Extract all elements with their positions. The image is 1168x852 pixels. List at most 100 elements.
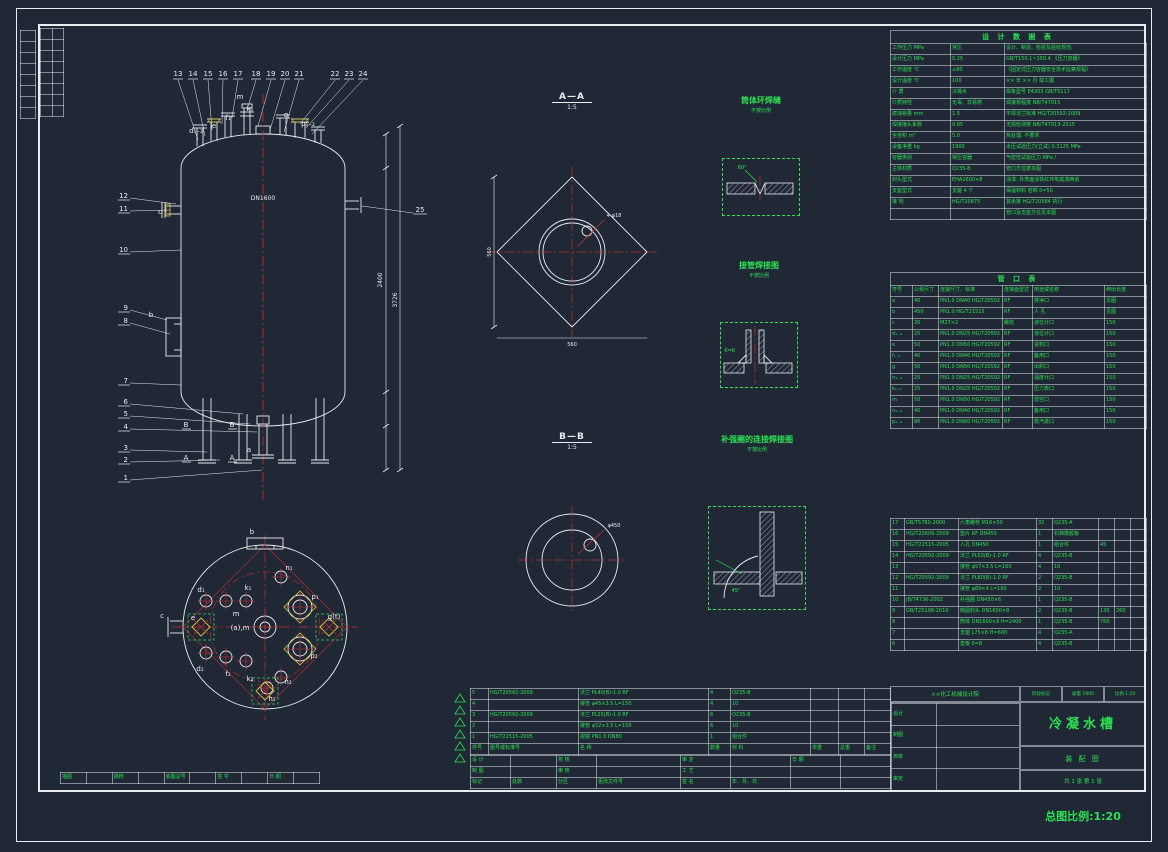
svg-text:b: b	[250, 528, 255, 536]
table-cell: 更改文件号	[597, 778, 681, 789]
table-cell	[839, 722, 865, 733]
table-cell: RF	[1003, 407, 1033, 418]
table-cell: 见图	[1105, 297, 1147, 308]
table-cell: 见图	[1105, 308, 1147, 319]
table-cell: 150	[1105, 407, 1147, 418]
svg-text:16: 16	[219, 70, 228, 78]
table-cell: 1	[1037, 541, 1053, 552]
table-cell: 焊条型号 E4303 GB/T5117	[1005, 88, 1147, 99]
table-cell: 六角螺栓 M16×50	[959, 519, 1037, 530]
table-cell	[811, 700, 839, 711]
svg-text:19: 19	[267, 70, 276, 78]
svg-text:21: 21	[295, 70, 304, 78]
svg-text:k₂: k₂	[247, 675, 254, 683]
table-cell: M27×2	[939, 319, 1003, 330]
signature-rows: 设 计校 核审 定日 期制 图审 核工 艺标记处数分区更改文件号签 名年、月、日	[471, 756, 891, 789]
svg-text:n₂: n₂	[284, 678, 291, 686]
table-cell	[1099, 530, 1115, 541]
table-cell: 4	[709, 700, 731, 711]
table-cell	[511, 756, 557, 767]
svg-text:22: 22	[331, 70, 340, 78]
table-cell: 描图	[61, 773, 87, 784]
table-cell	[905, 618, 959, 629]
table-cell: 12	[891, 574, 905, 585]
table-cell: 处数	[511, 778, 557, 789]
titleblock-sig-rows: 设计制图校核审定	[892, 704, 1021, 791]
sheet-count: 共 1 张 第 1 张	[1020, 770, 1146, 792]
table-cell: 50	[913, 363, 939, 374]
table-cell: 150	[1105, 418, 1147, 429]
table-cell	[839, 700, 865, 711]
table-cell: 1	[471, 733, 489, 744]
table-cell: 审定	[892, 769, 937, 791]
table-cell	[841, 767, 891, 778]
svg-text:7: 7	[124, 377, 128, 385]
table-cell: b	[891, 308, 913, 319]
bom-table-right: 17GB/T5780-2000六角螺栓 M16×5032Q235-A16HG/T…	[890, 518, 1146, 651]
table-cell	[1131, 563, 1147, 574]
table-cell	[511, 767, 557, 778]
table-cell: HG/T21515-2005	[905, 541, 959, 552]
table-cell: 水压试验压力(立试) 0.3125 MPa	[1005, 143, 1147, 154]
table-cell: 液位计口	[1033, 319, 1105, 330]
table-cell	[1099, 596, 1115, 607]
margin-strip-cells: 描图描校底图总号签 字日 期	[61, 773, 320, 784]
table-cell: 设计	[892, 704, 937, 726]
table-cell: 无损检测按 NB/T47013-2015	[1005, 121, 1147, 132]
nozzle-schedule-table: 管 口 表 符号公称尺寸连接尺寸、标准连接面型式用途或名称伸出长度a40PN1.…	[890, 272, 1146, 429]
svg-text:m: m	[237, 93, 244, 101]
table-cell: 10	[731, 700, 811, 711]
design-data-title: 设 计 数 据 表	[890, 30, 1146, 43]
table-cell: 出料口	[1033, 363, 1105, 374]
table-cell	[242, 773, 268, 784]
table-cell: 设备净重 kg	[891, 143, 951, 154]
svg-text:5: 5	[124, 410, 128, 418]
table-cell: PN1.0 DN25 HG/T20592	[939, 385, 1003, 396]
svg-text:K=6: K=6	[724, 348, 735, 354]
table-cell: 40	[913, 352, 939, 363]
table-cell: 校 核	[557, 756, 597, 767]
table-cell	[1131, 530, 1147, 541]
table-cell: 2	[471, 722, 489, 733]
table-cell: m	[891, 396, 913, 407]
table-cell: 25	[913, 374, 939, 385]
svg-text:6: 6	[124, 398, 129, 406]
table-cell	[1115, 530, 1131, 541]
table-cell: 连接面型式	[1003, 286, 1033, 297]
design-data-rows: 工作压力 MPa常压设计、制造、检验及验收规范:设计压力 MPa0.25GB/T…	[891, 44, 1147, 220]
table-cell: RF	[1003, 418, 1033, 429]
table-cell: 16	[891, 530, 905, 541]
table-cell: 组合件	[1053, 541, 1099, 552]
table-cell: RF	[1003, 363, 1033, 374]
table-cell: RF	[1003, 297, 1033, 308]
table-cell: Q235-B	[1053, 618, 1099, 629]
table-cell: n₁₋₂	[891, 407, 913, 418]
table-cell: 接管 φ57×3.5 L=160	[959, 563, 1037, 574]
svg-text:a: a	[247, 446, 251, 454]
section-aa-scale: 1:5	[552, 104, 592, 111]
table-cell: 名 称	[579, 744, 709, 755]
title-block: ××化工机械设计院 阶段标记 质量 1900 比例 1:20 设计制图校核审定 …	[890, 686, 1146, 792]
table-cell	[791, 778, 841, 789]
table-cell: 设计温度 ℃	[891, 77, 951, 88]
bom-center-rows: 5HG/T20592-2009法兰 PL40(B)-1.0 RF4Q235-B4…	[471, 689, 891, 755]
table-cell: 气密性试验压力 MPa /	[1005, 154, 1147, 165]
stage-mark-cell: 阶段标记	[1020, 686, 1062, 702]
table-cell: 设计压力 MPa	[891, 55, 951, 66]
table-cell: 1.5	[951, 110, 1005, 121]
table-cell: 4	[471, 700, 489, 711]
table-cell: 25	[913, 330, 939, 341]
table-cell: 温度计口	[1033, 374, 1105, 385]
table-cell: 150	[1105, 352, 1147, 363]
table-cell: 视镜 PN1.0 DN80	[579, 733, 709, 744]
table-cell	[1115, 563, 1131, 574]
table-cell: 工作温度 ℃	[891, 66, 951, 77]
table-cell: 支座型式	[891, 187, 951, 198]
table-cell: 工作压力 MPa	[891, 44, 951, 55]
svg-text:(a),m: (a),m	[231, 624, 250, 632]
svg-text:d₂: d₂	[196, 665, 203, 673]
table-cell	[1115, 640, 1131, 651]
table-cell: 总重	[839, 744, 865, 755]
table-cell	[1115, 596, 1131, 607]
svg-text:p₂: p₂	[310, 652, 317, 660]
